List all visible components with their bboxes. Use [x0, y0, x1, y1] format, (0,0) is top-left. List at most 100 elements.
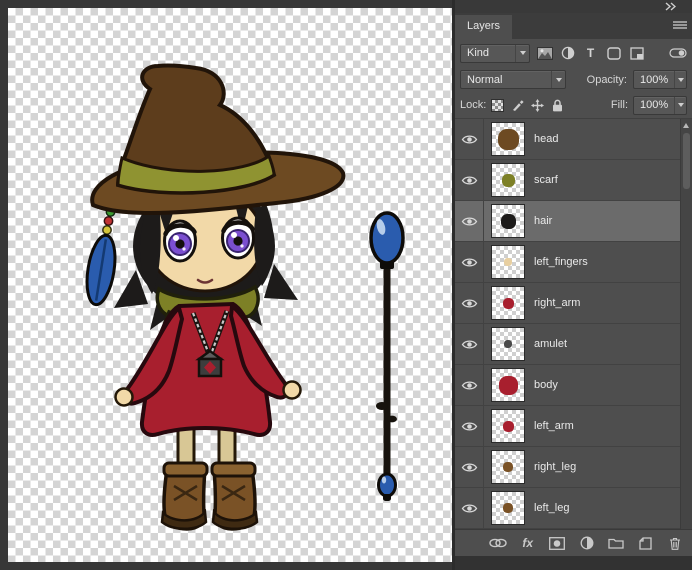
layer-thumbnail[interactable]: [491, 245, 525, 279]
scroll-up-icon[interactable]: [683, 123, 689, 128]
layer-mask-icon: [549, 536, 566, 550]
collapse-panel-icon[interactable]: [664, 2, 676, 11]
shape-filter-button[interactable]: [603, 44, 624, 63]
eye-icon: [461, 134, 477, 144]
pixel-filter-button[interactable]: [534, 44, 555, 63]
layer-row-head[interactable]: head: [455, 119, 692, 160]
visibility-toggle[interactable]: [455, 365, 484, 405]
eye-icon: [461, 421, 477, 431]
panel-bottom-strip: [455, 556, 692, 570]
delete-layer-button[interactable]: [667, 534, 685, 552]
visibility-toggle[interactable]: [455, 406, 484, 446]
layer-thumbnail[interactable]: [491, 204, 525, 238]
fill-dropdown[interactable]: 100%: [633, 95, 687, 115]
lock-pixels-button[interactable]: [509, 97, 526, 114]
layer-name: left_fingers: [534, 256, 588, 268]
lock-all-button[interactable]: [549, 97, 566, 114]
shape-icon: [606, 46, 621, 60]
adjustment-icon: [561, 46, 574, 60]
filtering-toggle-button[interactable]: [669, 47, 687, 59]
layer-thumbnail[interactable]: [491, 327, 525, 361]
canvas-area: [0, 0, 452, 570]
type-filter-button[interactable]: T: [580, 44, 601, 63]
new-group-button[interactable]: [608, 534, 626, 552]
layer-name: left_arm: [534, 420, 574, 432]
kind-filter-dropdown[interactable]: Kind: [460, 43, 530, 63]
smart-object-filter-button[interactable]: [626, 44, 647, 63]
move-arrows-icon: [531, 98, 545, 112]
add-layer-mask-button[interactable]: [549, 534, 567, 552]
thumbnail-content: [497, 128, 519, 150]
layer-name: head: [534, 133, 559, 145]
thumbnail-content: [504, 340, 512, 348]
layer-row-right-arm[interactable]: right_arm: [455, 283, 692, 324]
lock-row: Lock: Fill: 100%: [455, 92, 692, 119]
character-artwork: [85, 63, 405, 531]
visibility-toggle[interactable]: [455, 160, 484, 200]
layer-thumbnail[interactable]: [491, 368, 525, 402]
lock-position-button[interactable]: [529, 97, 546, 114]
layer-row-left-leg[interactable]: left_leg: [455, 488, 692, 529]
visibility-toggle[interactable]: [455, 201, 484, 241]
opacity-dropdown[interactable]: 100%: [633, 70, 687, 89]
scrollbar-thumb[interactable]: [683, 133, 690, 189]
layer-name: hair: [534, 215, 553, 227]
chevron-down-icon: [515, 44, 529, 62]
chevron-down-icon: [674, 71, 686, 88]
kind-label: Kind: [467, 47, 490, 59]
layer-row-amulet[interactable]: amulet: [455, 324, 692, 365]
layer-thumbnail[interactable]: [491, 122, 525, 156]
visibility-toggle[interactable]: [455, 488, 484, 528]
visibility-toggle[interactable]: [455, 242, 484, 282]
layer-row-left-fingers[interactable]: left_fingers: [455, 242, 692, 283]
fx-icon: fx: [522, 536, 534, 550]
layers-scrollbar[interactable]: [680, 119, 692, 529]
layer-name: right_leg: [534, 461, 577, 473]
layer-thumbnail[interactable]: [491, 163, 525, 197]
thumbnail-content: [503, 462, 513, 472]
layers-footer-toolbar: fx: [455, 529, 692, 556]
layer-thumbnail[interactable]: [491, 409, 525, 443]
thumbnail-content: [504, 258, 512, 266]
layer-row-hair[interactable]: hair: [455, 201, 692, 242]
layer-row-left-arm[interactable]: left_arm: [455, 406, 692, 447]
layer-filter-row: Kind T: [455, 39, 692, 67]
eye-icon: [461, 503, 477, 513]
chevron-down-icon: [551, 71, 565, 88]
thumbnail-content: [501, 173, 515, 187]
new-layer-button[interactable]: [637, 534, 655, 552]
tab-layers[interactable]: Layers: [455, 15, 513, 39]
document-canvas[interactable]: [8, 8, 452, 562]
new-adjustment-layer-button[interactable]: [578, 534, 596, 552]
blend-mode-row: Normal Opacity: 100%: [455, 67, 692, 92]
lock-transparency-button[interactable]: [489, 97, 506, 114]
chevron-down-icon: [674, 96, 686, 114]
thumbnail-content: [502, 297, 514, 309]
brush-icon: [513, 99, 524, 111]
link-layers-button[interactable]: [489, 534, 507, 552]
layer-thumbnail[interactable]: [491, 450, 525, 484]
layer-row-body[interactable]: body: [455, 365, 692, 406]
layer-row-scarf[interactable]: scarf: [455, 160, 692, 201]
left-boot-art: [160, 461, 209, 531]
eye-icon: [461, 257, 477, 267]
eye-icon: [461, 216, 477, 226]
eye-icon: [461, 380, 477, 390]
layer-thumbnail[interactable]: [491, 491, 525, 525]
fill-label: Fill:: [610, 99, 628, 111]
smart-object-icon: [629, 46, 644, 60]
panel-menu-icon[interactable]: [673, 21, 687, 30]
visibility-toggle[interactable]: [455, 324, 484, 364]
layer-styles-button[interactable]: fx: [519, 534, 537, 552]
adjustment-filter-button[interactable]: [557, 44, 578, 63]
visibility-toggle[interactable]: [455, 447, 484, 487]
fill-value: 100%: [640, 99, 669, 111]
visibility-toggle[interactable]: [455, 119, 484, 159]
blend-mode-dropdown[interactable]: Normal: [460, 70, 566, 89]
folder-icon: [608, 538, 624, 549]
layer-name: left_leg: [534, 502, 570, 514]
layer-row-right-leg[interactable]: right_leg: [455, 447, 692, 488]
layer-thumbnail[interactable]: [491, 286, 525, 320]
visibility-toggle[interactable]: [455, 283, 484, 323]
right-boot-art: [210, 461, 259, 531]
